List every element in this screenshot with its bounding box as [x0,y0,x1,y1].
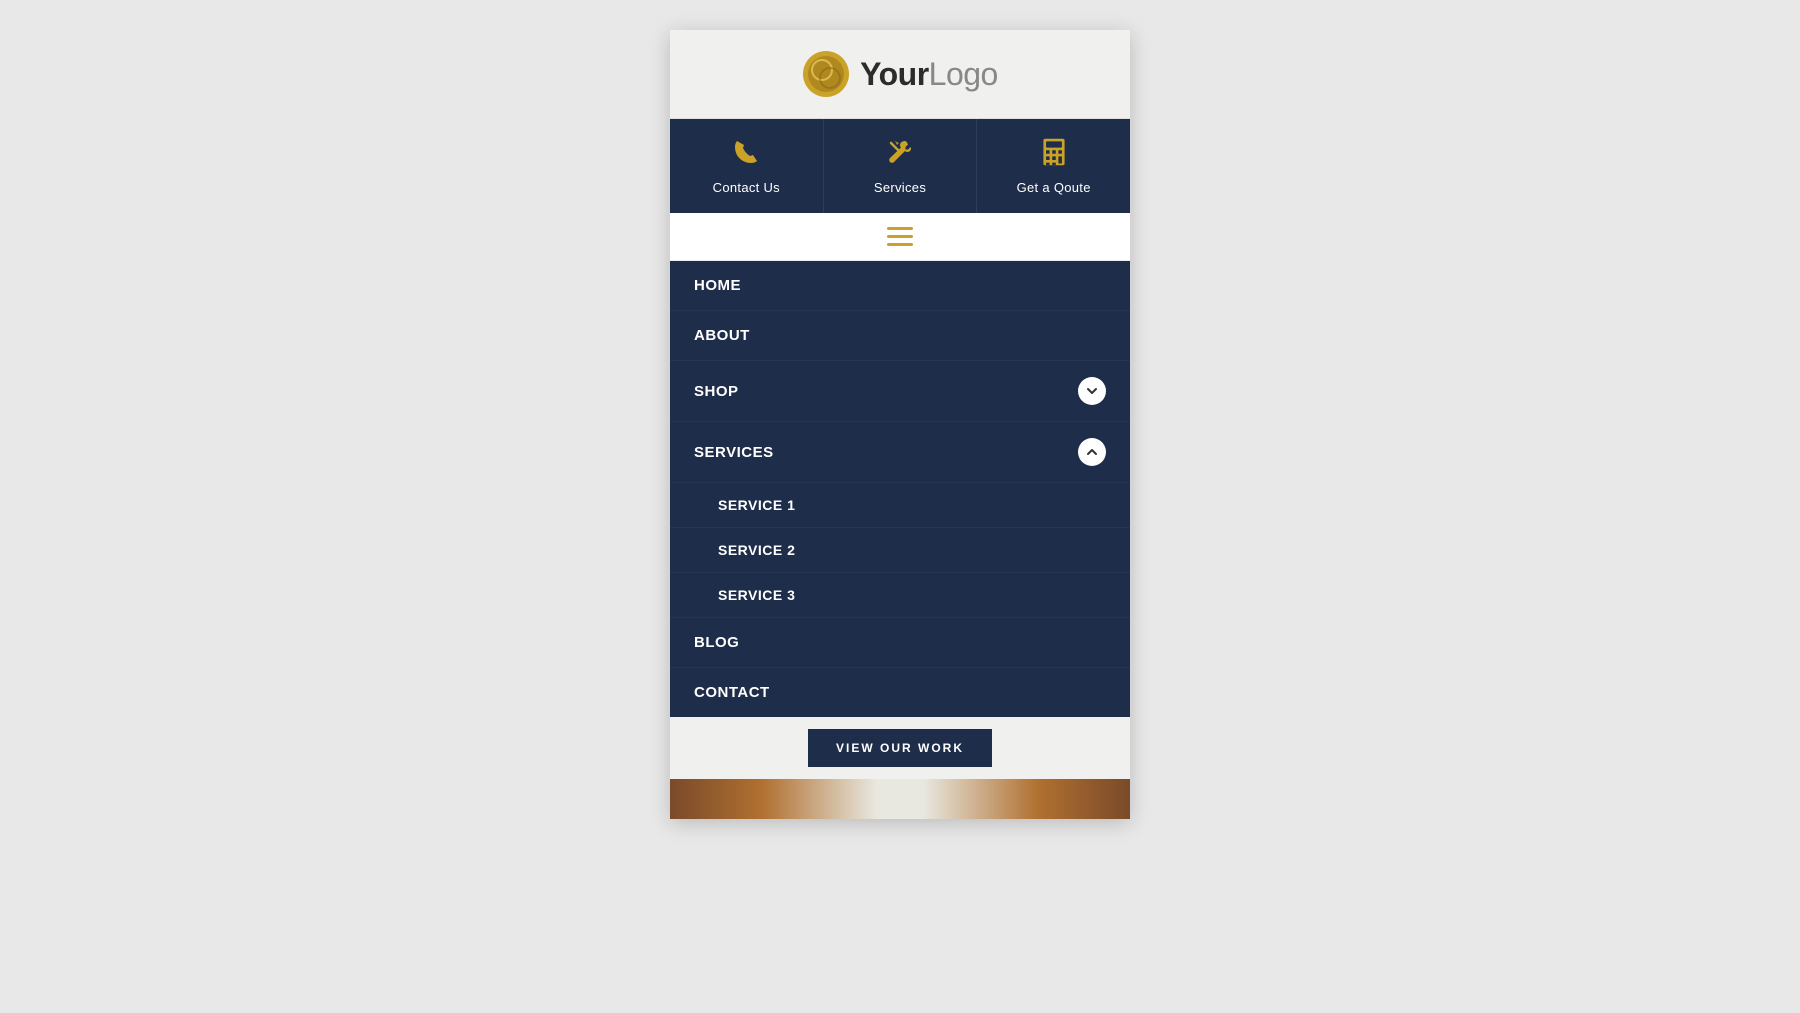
bottom-strip-inner [670,779,1130,819]
phone-container: YourLogo Contact Us [670,30,1130,819]
quote-label: Get a Qoute [1017,180,1091,195]
shop-chevron-down[interactable] [1078,377,1106,405]
phone-icon [731,137,761,174]
calculator-icon [1040,137,1068,174]
nav-item-shop[interactable]: SHOP [670,361,1130,422]
nav-shop-label: SHOP [694,383,739,400]
hamburger-line-1 [887,227,913,230]
view-work-button[interactable]: VIEW OUR WORK [808,729,992,767]
service2-label: SERVICE 2 [718,542,795,558]
nav-item-contact[interactable]: CONTACT [670,668,1130,717]
bottom-strip [670,779,1130,819]
logo-wrapper: YourLogo [680,50,1120,98]
nav-services-label: SERVICES [694,444,774,461]
service3-label: SERVICE 3 [718,587,795,603]
services-chevron-up[interactable] [1078,438,1106,466]
nav-sub-service3[interactable]: SERVICE 3 [670,573,1130,618]
nav-blog-label: BLOG [694,634,739,651]
logo-light: Logo [929,56,998,92]
hamburger-bar[interactable] [670,213,1130,261]
top-nav-services[interactable]: Services [824,119,978,213]
nav-about-label: ABOUT [694,327,750,344]
top-nav-bar: Contact Us Services [670,119,1130,213]
nav-sub-service2[interactable]: SERVICE 2 [670,528,1130,573]
header: YourLogo [670,30,1130,119]
nav-contact-label: CONTACT [694,684,770,701]
hamburger-icon[interactable] [887,227,913,246]
nav-item-about[interactable]: ABOUT [670,311,1130,361]
service1-label: SERVICE 1 [718,497,795,513]
nav-item-home[interactable]: HOME [670,261,1130,311]
nav-home-label: HOME [694,277,741,294]
logo-icon [802,50,850,98]
nav-menu: HOME ABOUT SHOP SERVICES S [670,261,1130,717]
hamburger-line-3 [887,243,913,246]
top-nav-quote[interactable]: Get a Qoute [977,119,1130,213]
contact-label: Contact Us [713,180,780,195]
top-nav-contact[interactable]: Contact Us [670,119,824,213]
nav-sub-service1[interactable]: SERVICE 1 [670,483,1130,528]
view-work-bar: VIEW OUR WORK [670,717,1130,779]
nav-item-services[interactable]: SERVICES [670,422,1130,483]
hamburger-line-2 [887,235,913,238]
services-label: Services [874,180,926,195]
logo-bold: Your [860,56,929,92]
logo-text: YourLogo [860,56,998,93]
wrench-icon [885,137,915,174]
nav-item-blog[interactable]: BLOG [670,618,1130,668]
